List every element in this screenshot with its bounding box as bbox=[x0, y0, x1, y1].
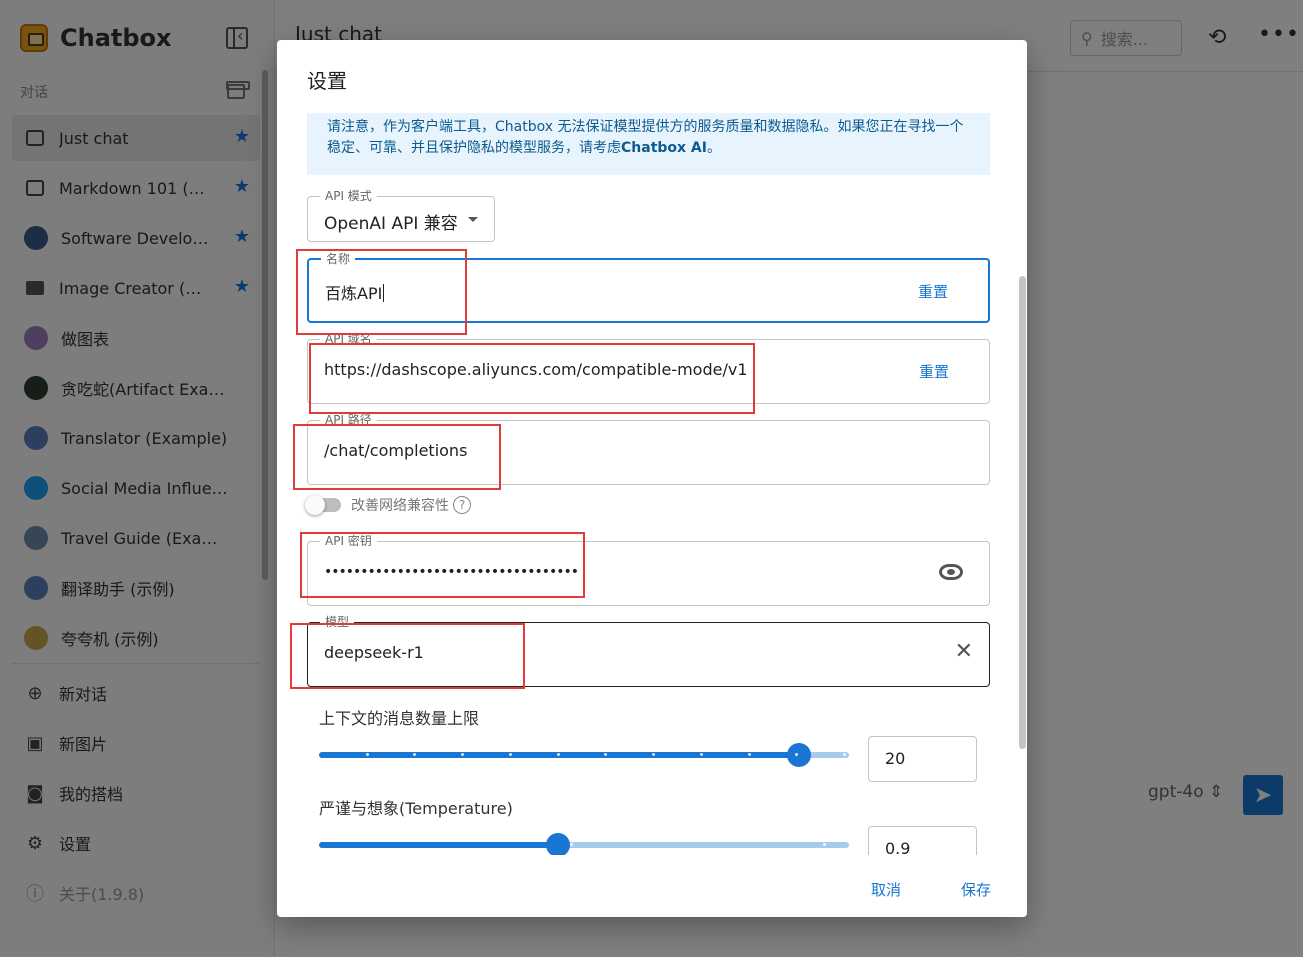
slider-thumb[interactable] bbox=[787, 743, 812, 767]
help-icon[interactable]: ? bbox=[453, 496, 471, 514]
annotation-box bbox=[300, 532, 585, 598]
cancel-button[interactable]: 取消 bbox=[871, 879, 901, 900]
annotation-box bbox=[293, 424, 501, 490]
slider-mark bbox=[699, 753, 703, 756]
slider-track bbox=[319, 842, 558, 848]
notice-suffix: 。 bbox=[706, 140, 721, 156]
annotation-box bbox=[290, 623, 525, 689]
caret-down-icon bbox=[468, 217, 478, 222]
dialog-title: 设置 bbox=[307, 69, 347, 93]
chatbox-ai-link[interactable]: Chatbox AI bbox=[621, 140, 707, 156]
eye-icon[interactable] bbox=[939, 564, 963, 580]
dialog-actions: 取消 保存 bbox=[277, 857, 1027, 917]
slider-mark bbox=[556, 753, 560, 756]
dialog-scrollbar[interactable] bbox=[1019, 276, 1026, 749]
context-limit-slider[interactable] bbox=[319, 743, 849, 767]
context-limit-input[interactable]: 20 bbox=[868, 736, 977, 782]
slider-mark bbox=[747, 753, 751, 756]
close-icon[interactable]: ✕ bbox=[955, 639, 973, 664]
annotation-box bbox=[309, 343, 755, 414]
slider-thumb[interactable] bbox=[545, 833, 570, 855]
network-compat-row: 改善网络兼容性 ? bbox=[305, 493, 471, 517]
api-mode-value: OpenAI API 兼容 bbox=[324, 214, 458, 234]
temperature-label: 严谨与想象(Temperature) bbox=[319, 799, 513, 818]
temperature-slider[interactable] bbox=[319, 833, 849, 855]
save-button[interactable]: 保存 bbox=[961, 879, 991, 900]
toggle-thumb bbox=[305, 495, 325, 515]
network-compat-toggle[interactable] bbox=[305, 495, 341, 515]
privacy-notice: 请注意，作为客户端工具，Chatbox 无法保证模型提供方的服务质量和数据隐私。… bbox=[307, 113, 990, 175]
slider-mark bbox=[822, 843, 826, 846]
name-reset-button[interactable]: 重置 bbox=[918, 281, 948, 302]
api-mode-select[interactable]: API 模式 OpenAI API 兼容 bbox=[307, 188, 495, 242]
slider-mark bbox=[365, 753, 369, 756]
network-compat-label: 改善网络兼容性 bbox=[351, 498, 449, 514]
api-host-reset-button[interactable]: 重置 bbox=[919, 361, 949, 382]
slider-mark bbox=[508, 753, 512, 756]
temperature-input[interactable]: 0.9 bbox=[868, 826, 977, 855]
context-limit-label: 上下文的消息数量上限 bbox=[319, 709, 480, 728]
annotation-box bbox=[296, 249, 467, 335]
api-mode-label: API 模式 bbox=[320, 188, 377, 204]
